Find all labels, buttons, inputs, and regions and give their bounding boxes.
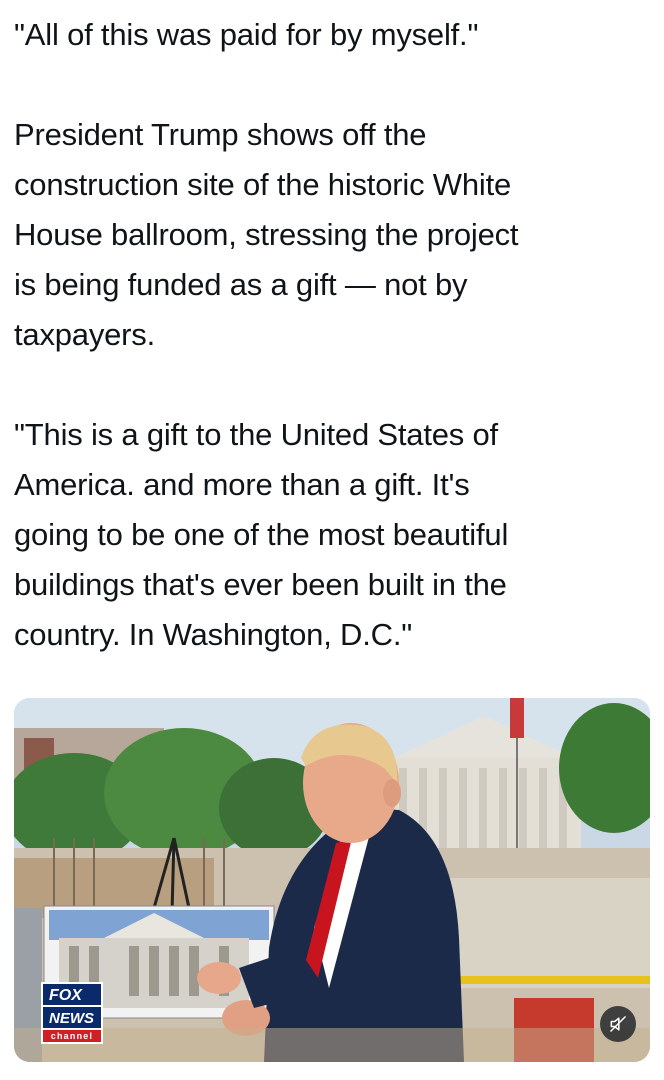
fox-logo-line2: NEWS <box>41 1005 103 1028</box>
fox-news-logo: FOX NEWS channel <box>41 982 103 1044</box>
description-paragraph: President Trump shows off the constructi… <box>14 117 519 352</box>
video-frame <box>14 698 650 1062</box>
fox-logo-line3: channel <box>41 1028 103 1044</box>
quote-paragraph: "All of this was paid for by myself." <box>14 17 479 52</box>
speaker-muted-icon <box>609 1015 627 1033</box>
tweet-text: "All of this was paid for by myself." Pr… <box>14 10 650 660</box>
mute-button[interactable] <box>600 1006 636 1042</box>
video-player[interactable]: FOX NEWS channel <box>14 698 650 1062</box>
fox-logo-line1: FOX <box>41 982 103 1005</box>
quote-paragraph-2: "This is a gift to the United States of … <box>14 417 509 652</box>
